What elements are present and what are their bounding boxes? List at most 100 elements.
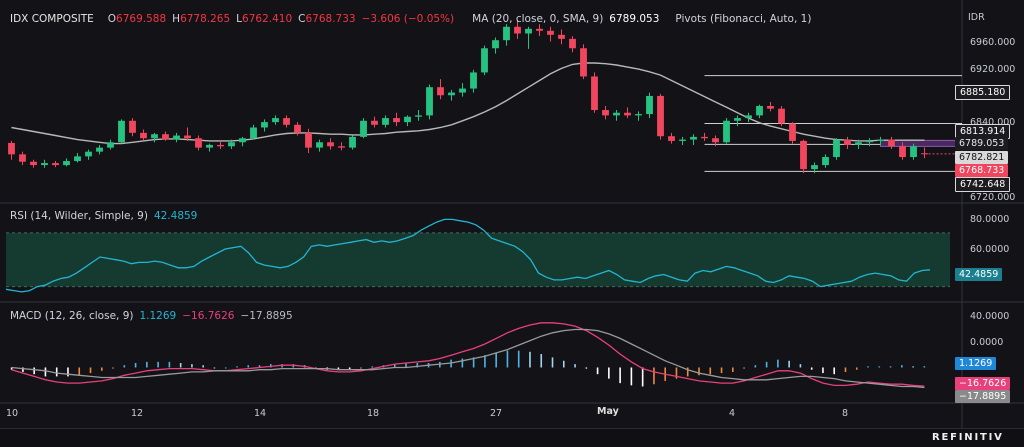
- candle-body: [657, 95, 664, 137]
- macd-histogram-bar: [213, 367, 216, 369]
- candle-body: [712, 138, 719, 143]
- macd-histogram-bar: [788, 360, 790, 368]
- candle-body: [690, 136, 697, 140]
- macd-histogram-bar: [641, 367, 644, 387]
- candle-body: [877, 139, 884, 141]
- macd-histogram-bar: [619, 367, 621, 384]
- macd-histogram-bar: [878, 366, 881, 368]
- ma-tag: 6789.053: [955, 137, 1009, 150]
- candle-body: [151, 134, 158, 139]
- macd-histogram-bar: [765, 361, 768, 368]
- rsi-tick: 60.0000: [970, 244, 1010, 255]
- macd-histogram-bar: [608, 367, 610, 379]
- price-tick: 6720.000: [970, 192, 1016, 203]
- macd-histogram-bar: [78, 367, 81, 376]
- candle-body: [734, 118, 741, 121]
- macd-histogram-bar: [529, 351, 531, 368]
- candle-body: [316, 142, 323, 148]
- open-value: 6769.588: [116, 13, 167, 25]
- open-label: O: [107, 13, 117, 25]
- candle-body: [899, 146, 906, 158]
- macd-histogram-bar: [754, 365, 757, 368]
- high-value: 6778.265: [180, 13, 231, 25]
- candle-body: [547, 30, 554, 35]
- candle-body: [580, 48, 587, 77]
- x-axis-label: 10: [6, 408, 19, 419]
- macd-legend-label[interactable]: MACD (12, 26, close, 9): [10, 310, 133, 322]
- close-value: 6768.733: [305, 13, 356, 25]
- candle-body: [8, 142, 15, 155]
- macd-histogram-bar: [743, 367, 745, 369]
- macd-histogram-bar: [517, 350, 520, 368]
- macd-histogram-bar: [134, 363, 137, 368]
- hist-value-tag: −17.8895: [955, 390, 1011, 403]
- rsi-band: [6, 232, 950, 287]
- rsi-legend-label[interactable]: RSI (14, Wilder, Simple, 9): [10, 210, 148, 222]
- candle-body: [701, 136, 708, 139]
- signal-line: [11, 328, 925, 389]
- candle-body: [525, 28, 532, 34]
- candle-body: [910, 146, 917, 158]
- pivot-r2-tag: 6885.180: [955, 85, 1011, 100]
- x-axis-label: 27: [490, 408, 503, 419]
- candle-body: [470, 72, 477, 89]
- rsi-legend-value: 42.4859: [153, 210, 198, 222]
- macd-histogram-bar: [461, 358, 464, 368]
- low-value: 6762.410: [242, 13, 293, 25]
- macd-histogram-bar: [630, 367, 633, 386]
- macd-legend: MACD (12, 26, close, 9) 1.1269 −16.7626 …: [10, 310, 293, 322]
- candle-body: [426, 87, 433, 116]
- candle-body: [800, 140, 807, 170]
- currency-label: IDR: [968, 12, 985, 23]
- pivots-legend-label[interactable]: Pivots (Fibonacci, Auto, 1): [675, 13, 811, 25]
- candle-body: [591, 76, 598, 111]
- candle-body: [272, 118, 279, 123]
- macd-histogram-bar: [55, 367, 58, 377]
- macd-histogram-bar: [495, 352, 497, 368]
- candle-body: [767, 106, 774, 109]
- candle-body: [173, 135, 180, 140]
- candle-body: [228, 142, 235, 147]
- symbol-name[interactable]: IDX COMPOSITE: [10, 13, 94, 25]
- macd-histogram-bar: [112, 367, 114, 369]
- x-axis-label: 14: [254, 408, 267, 419]
- x-axis-label: 8: [842, 408, 849, 419]
- macd-histogram-bar: [236, 366, 238, 368]
- candle-body: [74, 156, 81, 162]
- macd-histogram-bar: [901, 365, 903, 368]
- macd-histogram-bar: [146, 361, 148, 368]
- candle-body: [250, 127, 257, 139]
- candle-body: [371, 120, 378, 125]
- macd-histogram-bar: [732, 367, 734, 372]
- macd-histogram-bar: [574, 364, 576, 368]
- candle-body: [206, 144, 213, 148]
- candle-body: [855, 142, 862, 145]
- candle-body: [129, 120, 136, 133]
- candle-body: [514, 26, 521, 34]
- macd-histogram-bar: [360, 367, 362, 369]
- macd-histogram-bar: [585, 367, 588, 369]
- pivot-s1-tag: 6742.648: [955, 177, 1011, 192]
- macd-histogram-bar: [562, 360, 565, 368]
- candle-body: [437, 87, 444, 96]
- candle-body: [52, 163, 59, 166]
- macd-histogram-bar: [33, 367, 35, 375]
- macd-histogram-bar: [867, 366, 869, 368]
- ma-legend-label[interactable]: MA (20, close, 0, SMA, 9): [472, 13, 603, 25]
- candle-body: [745, 115, 752, 119]
- price-tick: 6920.000: [970, 64, 1016, 75]
- main-legend: IDX COMPOSITE O6769.588 H6778.265 L6762.…: [10, 13, 811, 25]
- change-value: −3.606 (−0.05%): [361, 13, 455, 25]
- candle-body: [459, 88, 466, 93]
- macd-histogram-bar: [653, 367, 655, 385]
- candle-body: [492, 40, 499, 49]
- macd-legend-signal: −16.7626: [182, 310, 235, 322]
- macd-histogram-bar: [179, 363, 182, 368]
- candle-body: [833, 139, 840, 158]
- macd-histogram-bar: [44, 367, 47, 377]
- candle-body: [349, 136, 356, 148]
- macd-histogram-bar: [596, 367, 599, 375]
- macd-histogram-bar: [157, 361, 159, 368]
- candle-body: [866, 140, 873, 143]
- candle-body: [613, 112, 620, 116]
